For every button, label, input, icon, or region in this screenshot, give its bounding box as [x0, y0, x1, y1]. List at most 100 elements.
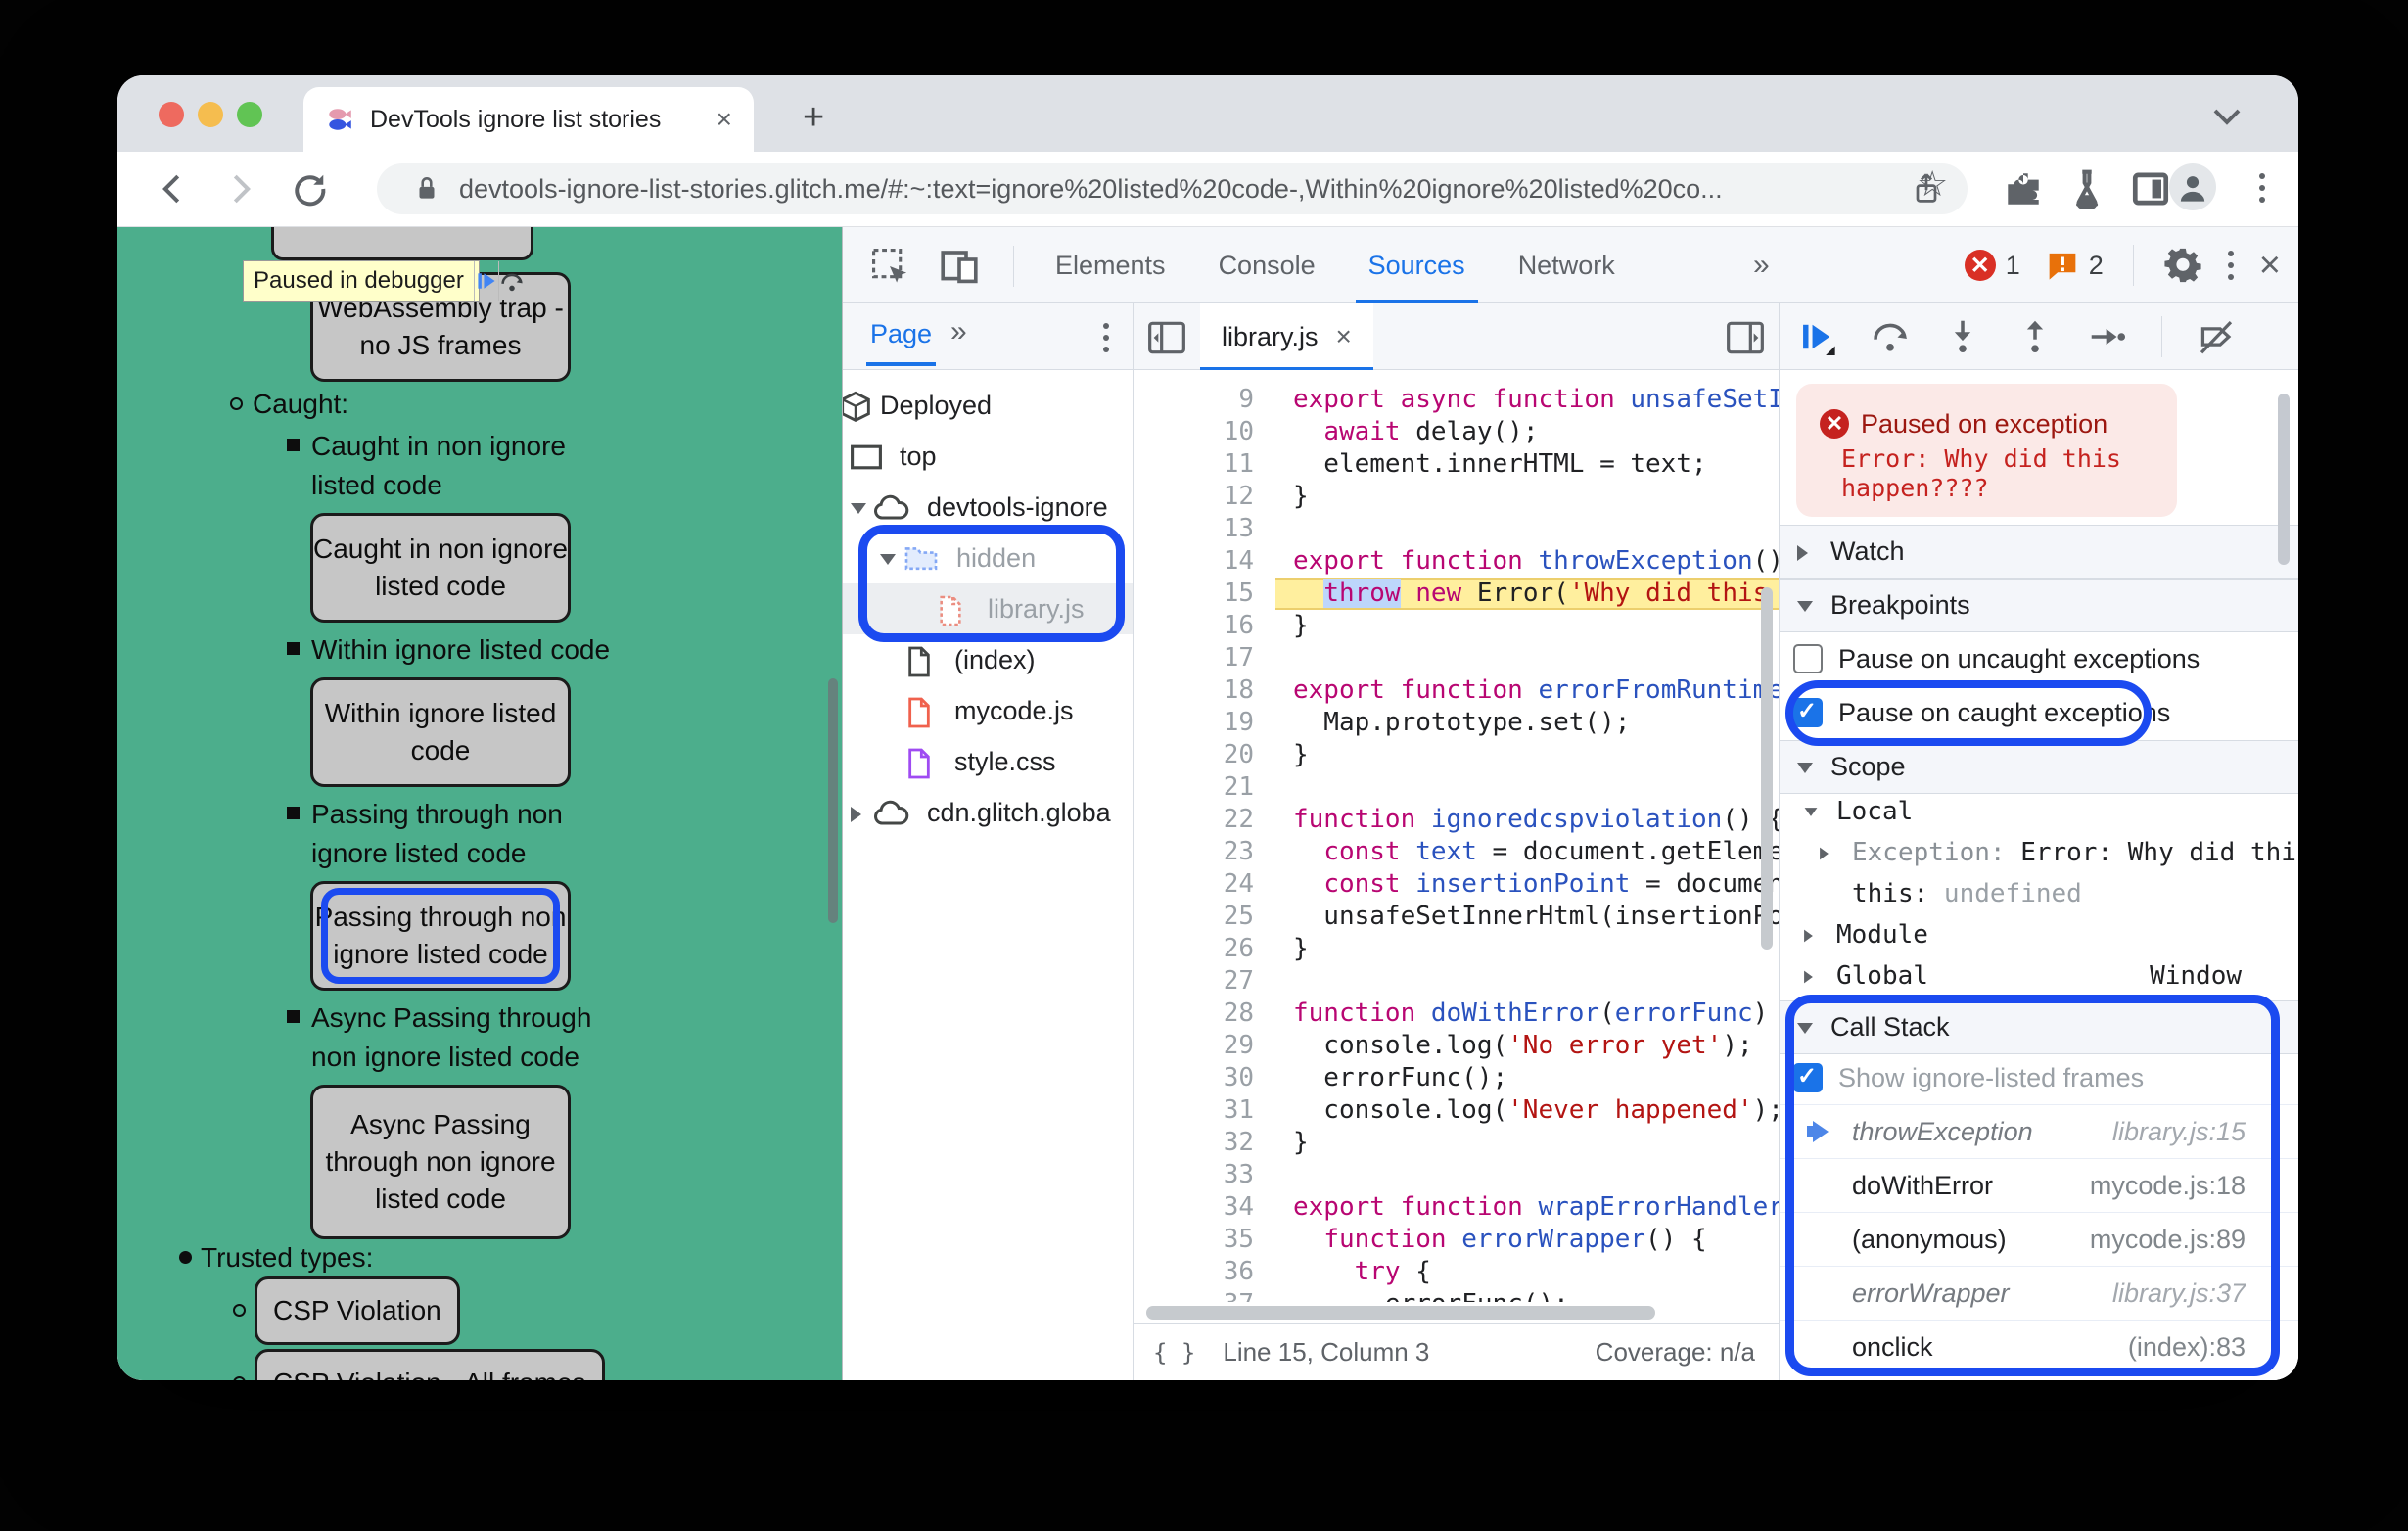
line-number[interactable]: 12 [1134, 481, 1275, 513]
code-line[interactable]: 30 errorFunc(); [1134, 1062, 1779, 1094]
inspect-icon[interactable] [870, 247, 909, 286]
back-icon[interactable] [153, 169, 192, 209]
code-line[interactable]: 34 export function wrapErrorHandler(error… [1134, 1191, 1779, 1224]
page-button[interactable]: CSP Violation - All frames [255, 1349, 605, 1380]
code-line[interactable]: 11 element.innerHTML = text; [1134, 448, 1779, 481]
line-number[interactable]: 22 [1134, 804, 1275, 836]
line-number[interactable]: 29 [1134, 1030, 1275, 1062]
line-number[interactable]: 26 [1134, 933, 1275, 965]
editor-tab-library-js[interactable]: library.js × [1200, 303, 1373, 371]
line-number[interactable]: 11 [1134, 448, 1275, 481]
console-error-badge[interactable]: ✕ 1 [1964, 250, 2020, 281]
code-line[interactable]: 20} [1134, 739, 1779, 771]
expanded-arrow-icon[interactable] [1797, 1023, 1813, 1034]
panel-right-icon[interactable] [1726, 320, 1765, 355]
resume-icon[interactable] [1799, 318, 1836, 355]
new-tab-button[interactable]: + [803, 97, 824, 139]
line-number[interactable]: 25 [1134, 901, 1275, 933]
more-navigator-tabs-icon[interactable]: » [950, 315, 967, 348]
code-line[interactable]: 9 export async function unsafeSetInnerHtm… [1134, 384, 1779, 416]
file-tree-item-library-js[interactable]: library.js [843, 583, 1133, 634]
devtools-menu-icon[interactable] [2227, 251, 2234, 280]
code-line[interactable]: 32} [1134, 1127, 1779, 1159]
navigator-menu-icon[interactable] [1103, 323, 1109, 352]
section-breakpoints[interactable]: Breakpoints [1780, 579, 2298, 632]
code-line[interactable]: 17 [1134, 642, 1779, 674]
line-number[interactable]: 37 [1134, 1288, 1275, 1302]
code-line[interactable]: 16} [1134, 610, 1779, 642]
line-number[interactable]: 15 [1134, 578, 1275, 610]
line-number[interactable]: 35 [1134, 1224, 1275, 1256]
call-stack-frame[interactable]: (anonymous) mycode.js:89 [1780, 1212, 2298, 1266]
code-line[interactable]: 35 function errorWrapper() { [1134, 1224, 1779, 1256]
execution-line[interactable]: 15 throw new Error('Why did this happen?… [1134, 578, 1779, 610]
code-line[interactable]: 27 [1134, 965, 1779, 997]
scope-entry-module[interactable]: Module [1780, 914, 2298, 955]
section-scope[interactable]: Scope [1780, 740, 2298, 794]
code-line[interactable]: 28 function doWithError(errorFunc) { [1134, 997, 1779, 1030]
page-button[interactable]: CSP Violation [255, 1276, 460, 1345]
devtools-tab-elements[interactable]: Elements [1029, 227, 1192, 303]
expanded-arrow-icon[interactable] [1797, 601, 1813, 612]
code-line[interactable]: 36 try { [1134, 1256, 1779, 1288]
file-tree-item-style-css[interactable]: style.css [843, 736, 1133, 787]
scope-entry-global[interactable]: Global Window [1780, 955, 2298, 997]
close-file-icon[interactable]: × [1336, 321, 1352, 352]
beaker-icon[interactable] [2065, 167, 2108, 210]
expanded-arrow-icon[interactable] [880, 554, 896, 565]
scope-entry-local[interactable]: Local [1780, 791, 2298, 832]
resume-script-button[interactable] [473, 261, 498, 301]
avatar[interactable] [2169, 163, 2216, 210]
code-line[interactable]: 22 function ignoredcspviolation() { [1134, 804, 1779, 836]
code-line[interactable]: 33 [1134, 1159, 1779, 1191]
line-number[interactable]: 23 [1134, 836, 1275, 868]
section-watch[interactable]: Watch [1780, 525, 2298, 579]
scope-arrow-icon[interactable] [1804, 929, 1813, 943]
code-line[interactable]: 26} [1134, 933, 1779, 965]
code-line[interactable]: 23 const text = document.getElementById(… [1134, 836, 1779, 868]
show-ignore-listed-frames-toggle[interactable]: Show ignore-listed frames [1780, 1051, 2298, 1104]
devtools-tab-sources[interactable]: Sources [1342, 227, 1492, 303]
checkbox-unchecked[interactable] [1793, 644, 1823, 673]
code-line[interactable]: 21 [1134, 771, 1779, 804]
editor-vertical-scrollbar[interactable] [1761, 587, 1773, 950]
line-number[interactable]: 19 [1134, 707, 1275, 739]
browser-tab[interactable]: DevTools ignore list stories × [303, 87, 754, 152]
tab-search-chevron-icon[interactable] [2209, 105, 2245, 128]
more-panels-icon[interactable]: » [1753, 249, 1770, 282]
code-line[interactable]: 12} [1134, 481, 1779, 513]
deactivate-breakpoints-icon[interactable] [2198, 318, 2235, 355]
expanded-arrow-icon[interactable] [851, 503, 866, 514]
editor-horizontal-scrollbar[interactable] [1146, 1306, 1655, 1320]
step-out-icon[interactable] [2016, 318, 2054, 355]
line-number[interactable]: 28 [1134, 997, 1275, 1030]
devtools-tab-network[interactable]: Network [1492, 227, 1642, 303]
file-tree-item--index-[interactable]: (index) [843, 634, 1133, 685]
line-number[interactable]: 17 [1134, 642, 1275, 674]
step-over-button[interactable] [497, 261, 525, 301]
code-line[interactable]: 24 const insertionPoint = document.getEl… [1134, 868, 1779, 901]
side-panel-icon[interactable] [2129, 167, 2172, 210]
step-over-icon[interactable] [1872, 318, 1909, 355]
braces-icon[interactable]: { } [1153, 1339, 1195, 1367]
line-number[interactable]: 20 [1134, 739, 1275, 771]
close-tab-icon[interactable]: × [717, 104, 732, 135]
code-line[interactable]: 31 console.log('Never happened'); [1134, 1094, 1779, 1127]
file-tree-item-hidden[interactable]: hidden [843, 533, 1133, 583]
browser-menu-icon[interactable] [2259, 173, 2265, 203]
maximize-window-button[interactable] [237, 102, 262, 127]
scope-entry-this[interactable]: this: undefined [1780, 873, 2298, 914]
scope-arrow-icon[interactable] [1804, 970, 1813, 984]
step-into-icon[interactable] [1944, 318, 1981, 355]
devtools-close-icon[interactable]: × [2259, 245, 2281, 287]
minimize-window-button[interactable] [198, 102, 223, 127]
issues-badge[interactable]: 2 [2046, 250, 2104, 281]
line-number[interactable]: 30 [1134, 1062, 1275, 1094]
collapsed-arrow-icon[interactable] [1797, 545, 1808, 561]
forward-icon[interactable] [221, 169, 260, 209]
page-button[interactable]: Passing through non ignore listed code [310, 881, 571, 991]
line-number[interactable]: 16 [1134, 610, 1275, 642]
device-toolbar-icon[interactable] [939, 247, 980, 286]
code-line[interactable]: 19 Map.prototype.set(); [1134, 707, 1779, 739]
line-number[interactable]: 18 [1134, 674, 1275, 707]
